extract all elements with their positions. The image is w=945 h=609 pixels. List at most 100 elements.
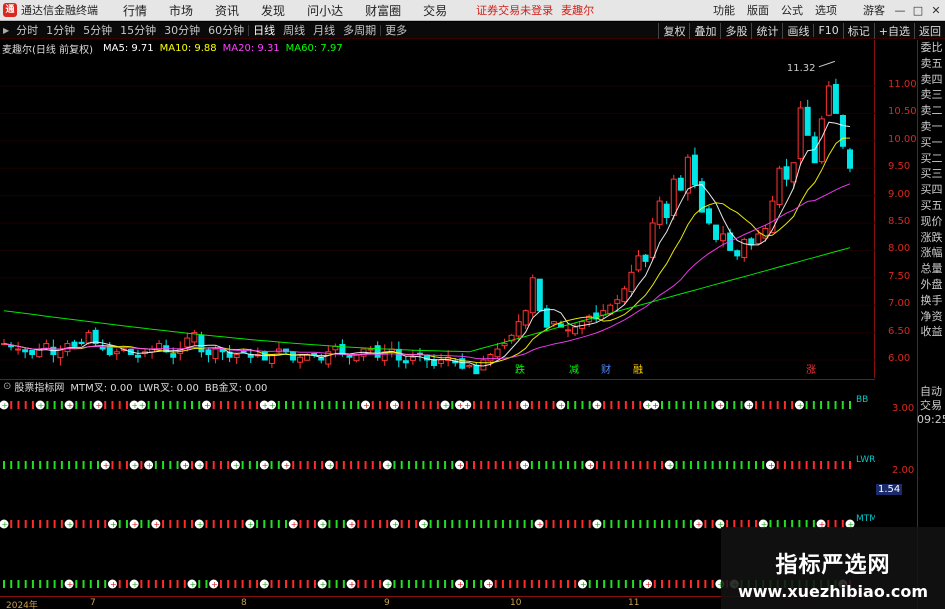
settings-icon[interactable]: ⊙ [3, 381, 11, 392]
event-marker: 财 [601, 363, 611, 376]
toolbar-button[interactable]: F10 [813, 24, 842, 37]
candle-body [536, 278, 543, 312]
ind-tick-2: 2.00 [892, 465, 915, 476]
side-panel-item[interactable]: 总量 [918, 261, 945, 277]
candle-body [205, 349, 212, 356]
side-panel-item[interactable]: 换手 [918, 293, 945, 309]
crossover-sign: + [594, 520, 601, 529]
candle-body [395, 348, 402, 361]
login-notice[interactable]: 证券交易未登录 [476, 2, 553, 18]
side-panel-item[interactable]: 委比 [918, 40, 945, 56]
period-tab[interactable]: 30分钟 [160, 22, 204, 38]
side-panel-item[interactable]: 收益 [918, 324, 945, 340]
menu-item[interactable]: 财富圈 [354, 2, 412, 19]
side-panel-item[interactable]: 净资 [918, 309, 945, 325]
crossover-sign: + [291, 520, 298, 529]
candle-body [198, 334, 205, 353]
candle-body [656, 200, 663, 225]
period-tab[interactable]: 月线 [309, 22, 339, 38]
side-panel-item[interactable]: 买三 [918, 166, 945, 182]
toolbar-button[interactable]: 返回 [914, 22, 945, 39]
crossover-sign: + [132, 580, 139, 589]
toolbar-button[interactable]: 复权 [658, 22, 689, 39]
candle-body [720, 233, 727, 242]
side-panel-item[interactable]: 买五 [918, 198, 945, 214]
side-panel-item[interactable]: 卖二 [918, 103, 945, 119]
crossover-sign: + [746, 401, 753, 410]
minimize-icon[interactable]: — [891, 4, 909, 17]
side-panel-item[interactable]: 涨幅 [918, 245, 945, 261]
candle-body [494, 348, 501, 358]
side-panel-item[interactable]: 现价 [918, 214, 945, 230]
crossover-sign: + [110, 580, 117, 589]
crossover-sign: + [182, 461, 189, 470]
right-menu-item[interactable]: 版面 [741, 2, 775, 18]
crossover-sign: + [349, 520, 356, 529]
candle-body [713, 224, 720, 240]
crossover-sign: + [558, 401, 565, 410]
crossover-sign: + [153, 520, 160, 529]
candle-body [43, 343, 50, 350]
crossover-sign: + [392, 520, 399, 529]
toolbar-toggle-icon[interactable]: ▶ [3, 26, 9, 35]
candle-body [755, 233, 762, 245]
date-tick: 11 [628, 598, 640, 608]
right-menu-item[interactable]: 功能 [707, 2, 741, 18]
indicator-name[interactable]: 股票指标网 [14, 379, 64, 394]
period-tab[interactable]: 分时 [12, 22, 42, 38]
menu-item[interactable]: 交易 [412, 2, 458, 19]
side-panel-item[interactable]: 涨跌 [918, 230, 945, 246]
toolbar-button[interactable]: 多股 [720, 22, 751, 39]
toolbar-button[interactable]: 标记 [842, 22, 874, 39]
maximize-icon[interactable]: □ [909, 4, 927, 17]
candle-body [748, 238, 755, 246]
kline-chart[interactable]: 11.325.22跌减财融涨 [0, 40, 875, 389]
right-menu-item[interactable]: 选项 [809, 2, 843, 18]
period-tab[interactable]: 日线 [249, 22, 279, 38]
menu-item[interactable]: 问小达 [296, 2, 354, 19]
close-icon[interactable]: ✕ [927, 4, 945, 17]
date-tick: 2024年 [6, 601, 38, 609]
period-tab[interactable]: 更多 [381, 22, 411, 38]
period-tab[interactable]: 15分钟 [116, 22, 160, 38]
side-panel-item[interactable]: 买一 [918, 135, 945, 151]
side-panel-item[interactable]: 买二 [918, 151, 945, 167]
ma10-label: MA10: 9.88 [159, 43, 217, 54]
candle-body [473, 364, 480, 375]
right-menu-item[interactable]: 公式 [775, 2, 809, 18]
period-tab[interactable]: 60分钟 [204, 22, 248, 38]
candle-body [134, 354, 141, 358]
period-tab[interactable]: 5分钟 [79, 22, 116, 38]
period-tab[interactable]: 周线 [279, 22, 309, 38]
menu-item[interactable]: 发现 [250, 2, 296, 19]
toolbar-button[interactable]: 叠加 [689, 22, 720, 39]
guest-button[interactable]: 游客 [857, 2, 891, 18]
menu-item[interactable]: 市场 [158, 2, 204, 19]
period-tab[interactable]: 多周期 [339, 22, 380, 38]
menu-item[interactable]: 资讯 [204, 2, 250, 19]
side-panel-item[interactable]: 外盘 [918, 277, 945, 293]
candle-body [572, 326, 579, 335]
side-panel-item[interactable]: 卖五 [918, 56, 945, 72]
candle-body [318, 357, 325, 361]
side-panel-item[interactable]: 买四 [918, 182, 945, 198]
crossover-sign: + [580, 580, 587, 589]
indicator-line-label: LWR [856, 455, 875, 465]
toolbar-button[interactable]: 画线 [782, 22, 813, 39]
crossover-sign: + [363, 401, 370, 410]
high-price-pointer [818, 60, 836, 68]
menu-item[interactable]: 行情 [112, 2, 158, 19]
crossover-sign: + [385, 461, 392, 470]
app-logo-icon: 通 [3, 3, 17, 17]
toolbar-button[interactable]: +自选 [873, 22, 914, 39]
side-panel-item[interactable]: 卖三 [918, 87, 945, 103]
toolbar-button[interactable]: 统计 [751, 22, 782, 39]
crossover-sign: + [696, 520, 703, 529]
side-panel-item[interactable]: 卖一 [918, 119, 945, 135]
crossover-sign: + [38, 401, 45, 410]
candle-body [311, 353, 318, 356]
period-tab[interactable]: 1分钟 [42, 22, 79, 38]
crossover-sign: + [197, 461, 204, 470]
event-marker: 减 [569, 364, 579, 376]
side-panel-item[interactable]: 卖四 [918, 72, 945, 88]
